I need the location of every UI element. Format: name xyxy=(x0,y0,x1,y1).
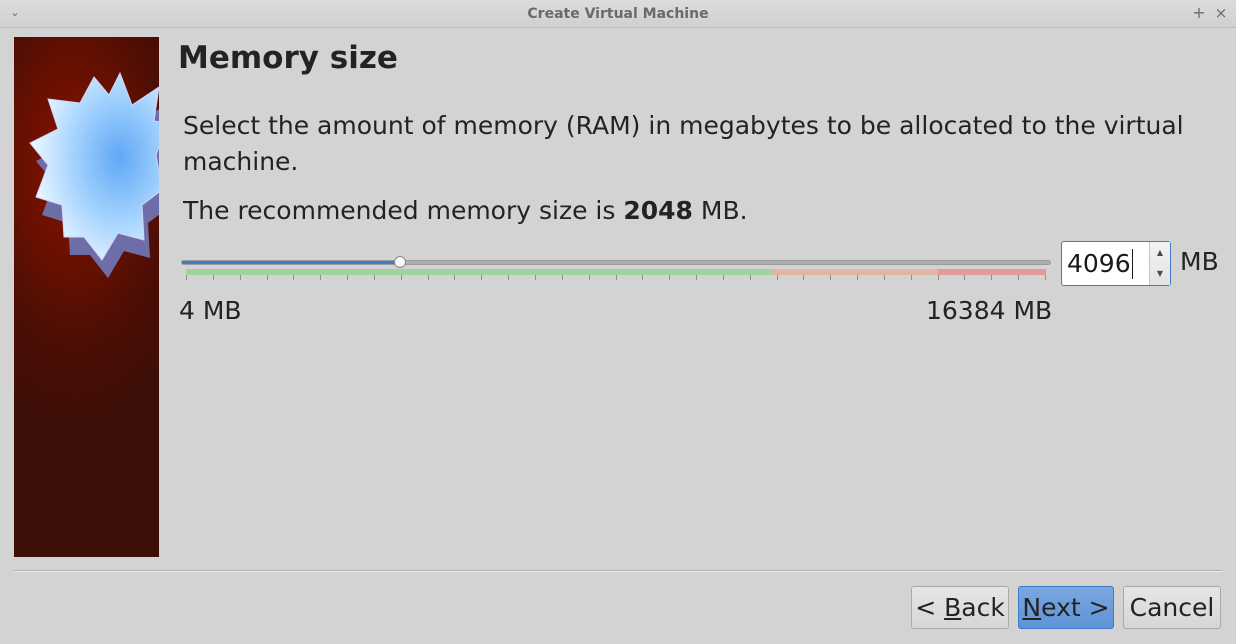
page-title: Memory size xyxy=(178,40,398,76)
slider-min-label: 4 MB xyxy=(179,296,242,325)
slider-tick xyxy=(615,275,617,280)
slider-tick xyxy=(991,275,993,280)
recommended-value: 2048 xyxy=(623,196,693,225)
slider-max-label: 16384 MB xyxy=(926,296,1053,325)
maximize-icon[interactable]: + xyxy=(1190,3,1208,23)
recommended-unit: MB. xyxy=(700,196,748,225)
slider-tick xyxy=(320,275,322,280)
back-prefix: < xyxy=(915,593,945,622)
spin-buttons: ▲ ▼ xyxy=(1149,242,1170,285)
slider-tick xyxy=(588,275,590,280)
slider-tick xyxy=(669,275,671,280)
slider-tick xyxy=(776,275,778,280)
memory-slider[interactable] xyxy=(181,250,1051,280)
slider-tick xyxy=(1018,275,1020,280)
slider-tick xyxy=(749,275,751,280)
next-rest: ext > xyxy=(1041,593,1110,622)
next-button[interactable]: Next > xyxy=(1018,586,1114,629)
recommended-prefix: The recommended memory size is xyxy=(183,196,616,225)
memory-description: Select the amount of memory (RAM) in meg… xyxy=(183,111,1184,176)
slider-tick xyxy=(857,275,859,280)
slider-tick xyxy=(803,275,805,280)
slider-ticks xyxy=(186,275,1046,280)
slider-tick xyxy=(1045,275,1046,280)
slider-tick xyxy=(937,275,939,280)
slider-fill xyxy=(182,261,399,264)
slider-tick xyxy=(508,275,510,280)
back-button[interactable]: < Back xyxy=(911,586,1009,629)
slider-tick xyxy=(642,275,644,280)
starburst-icon xyxy=(29,71,159,278)
slider-track[interactable] xyxy=(181,260,1051,265)
slider-tick xyxy=(239,275,241,280)
slider-tick xyxy=(696,275,698,280)
memory-unit-label: MB xyxy=(1180,247,1219,276)
button-separator xyxy=(14,570,1222,572)
slider-tick xyxy=(481,275,483,280)
back-rest: ack xyxy=(961,593,1005,622)
spin-up-icon[interactable]: ▲ xyxy=(1150,242,1170,263)
wizard-banner xyxy=(14,37,159,557)
spin-down-icon[interactable]: ▼ xyxy=(1150,263,1170,284)
close-icon[interactable]: × xyxy=(1212,3,1230,23)
cancel-button[interactable]: Cancel xyxy=(1123,586,1221,629)
slider-tick xyxy=(212,275,214,280)
slider-tick xyxy=(427,275,429,280)
slider-tick xyxy=(883,275,885,280)
slider-tick xyxy=(722,275,724,280)
slider-tick xyxy=(400,275,402,280)
slider-tick xyxy=(534,275,536,280)
slider-tick xyxy=(347,275,349,280)
slider-handle[interactable] xyxy=(394,256,406,268)
slider-tick xyxy=(964,275,966,280)
memory-value-input[interactable]: 4096 xyxy=(1067,249,1133,279)
back-accel: B xyxy=(944,593,962,622)
slider-tick xyxy=(830,275,832,280)
recommended-memory-text: The recommended memory size is 2048 MB. xyxy=(183,193,748,229)
slider-tick xyxy=(373,275,375,280)
next-accel: N xyxy=(1022,593,1042,622)
slider-tick xyxy=(561,275,563,280)
memory-spinbox[interactable]: 4096 ▲ ▼ xyxy=(1061,241,1171,286)
window-title: Create Virtual Machine xyxy=(527,6,709,22)
slider-tick xyxy=(910,275,912,280)
title-bar: ⌄ Create Virtual Machine + × xyxy=(0,0,1236,28)
slider-tick xyxy=(266,275,268,280)
slider-tick xyxy=(293,275,295,280)
slider-tick xyxy=(454,275,456,280)
slider-tick xyxy=(186,275,187,280)
